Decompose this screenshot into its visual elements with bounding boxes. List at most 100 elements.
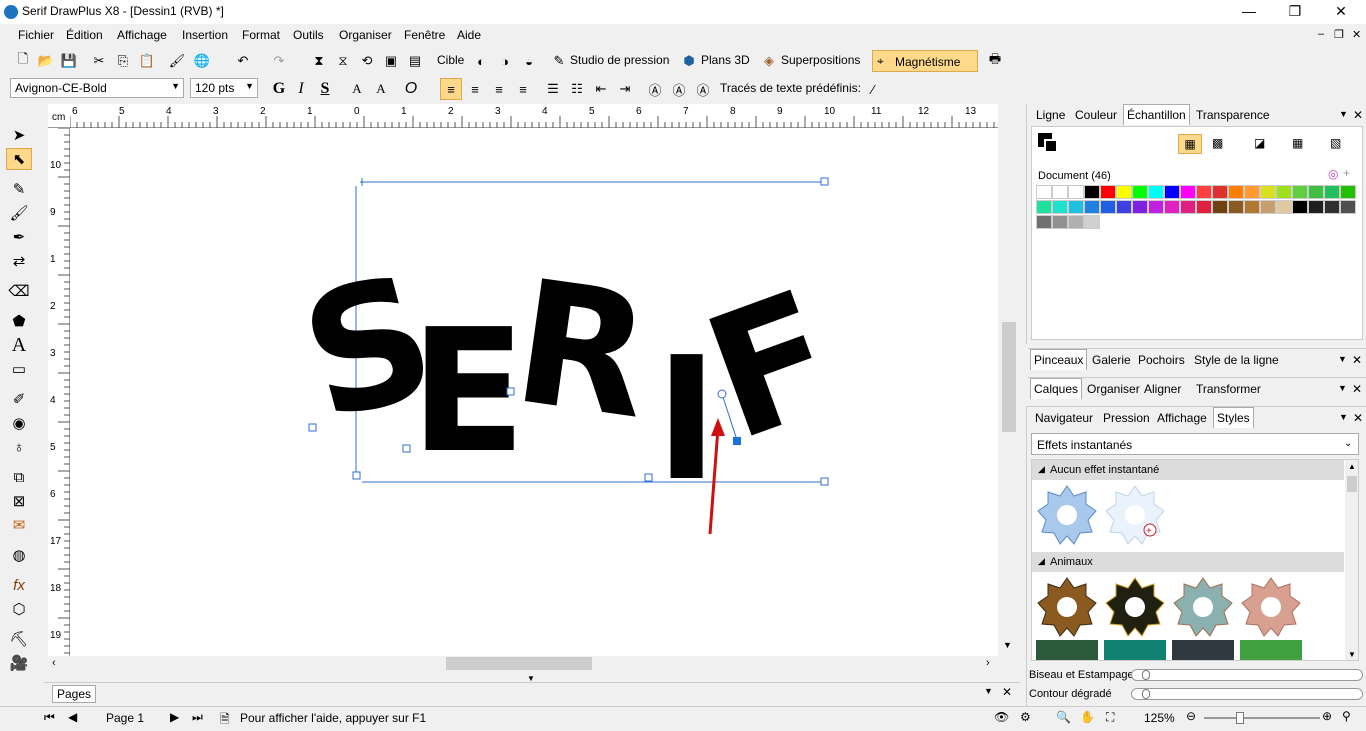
horizontal-scrollbar[interactable]: ‹ › xyxy=(48,656,998,672)
align-center-icon[interactable]: ≡ xyxy=(464,78,486,100)
magnetisme-button[interactable]: ⌖ Magnétisme xyxy=(872,50,978,72)
tab-pochoirs[interactable]: Pochoirs xyxy=(1138,353,1185,367)
color-swatch[interactable] xyxy=(1084,185,1100,199)
color-swatch[interactable] xyxy=(1292,200,1308,214)
tab-ligne[interactable]: Ligne xyxy=(1036,108,1065,122)
font-combo[interactable]: Avignon-CE-Bold ▼ xyxy=(10,78,184,98)
panel-close-icon[interactable]: ✕ xyxy=(1353,411,1363,425)
path-node[interactable] xyxy=(308,423,317,432)
styles-dropdown[interactable]: Effets instantanés ⌄ xyxy=(1031,433,1359,455)
text-tool-icon[interactable]: A xyxy=(6,334,32,356)
crop-frame-icon[interactable]: ⊠ xyxy=(6,490,32,512)
panel-menu-icon[interactable]: ▼ xyxy=(1339,412,1348,422)
color-swatch[interactable] xyxy=(1052,185,1068,199)
color-swatch[interactable] xyxy=(1116,200,1132,214)
redo-icon[interactable]: ↷ xyxy=(268,50,290,72)
palette-gradient-icon[interactable]: ◪ xyxy=(1254,136,1265,150)
scroll-right-icon[interactable]: › xyxy=(986,657,990,669)
gear-none-icon[interactable]: + xyxy=(1104,484,1166,546)
globe-icon[interactable]: 🌐 xyxy=(191,50,213,72)
text-path-icon[interactable]: ⁄ xyxy=(862,78,884,100)
superpositions-button[interactable]: Superpositions xyxy=(781,53,860,67)
color-swatch[interactable] xyxy=(1212,200,1228,214)
shape-tool-icon[interactable]: ⬟ xyxy=(6,310,32,332)
3d-tool-icon[interactable]: ⬡ xyxy=(6,598,32,620)
color-swatch[interactable] xyxy=(1308,200,1324,214)
align-right-icon[interactable]: ≡ xyxy=(488,78,510,100)
prev-page-icon[interactable]: ◀ xyxy=(68,710,77,724)
menu-edition[interactable]: Édition xyxy=(66,28,103,42)
color-swatch[interactable] xyxy=(1036,200,1052,214)
add-color-icon[interactable]: ◎ xyxy=(1328,167,1338,181)
maximize-button[interactable]: ❐ xyxy=(1272,0,1318,24)
color-swatch[interactable] xyxy=(1260,185,1276,199)
ungroup-icon[interactable]: ▤ xyxy=(404,50,426,72)
color-swatch[interactable] xyxy=(1132,185,1148,199)
zoom-options-icon[interactable]: ⚲ xyxy=(1342,709,1351,723)
rotate-icon[interactable]: ⟲ xyxy=(356,50,378,72)
slider-thumb[interactable] xyxy=(1142,670,1150,680)
view-icon[interactable]: 👁 xyxy=(994,710,1009,724)
decrease-indent-icon[interactable]: ⇤ xyxy=(590,78,612,100)
copy-icon[interactable]: ⎘ xyxy=(112,50,134,72)
slider-thumb[interactable] xyxy=(1142,689,1150,699)
color-swatch[interactable] xyxy=(1276,200,1292,214)
color-swatch[interactable] xyxy=(1052,215,1068,229)
menu-fichier[interactable]: Fichier xyxy=(18,28,54,42)
mdi-close-icon[interactable]: ✕ xyxy=(1352,28,1361,41)
color-swatch[interactable] xyxy=(1132,200,1148,214)
color-swatch[interactable] xyxy=(1228,200,1244,214)
menu-aide[interactable]: Aide xyxy=(457,28,481,42)
pressure-studio-icon[interactable]: ✎ xyxy=(548,50,570,72)
scroll-up-icon[interactable]: ▲ xyxy=(1348,462,1356,471)
cut-icon[interactable]: ✂ xyxy=(88,50,110,72)
color-swatch[interactable] xyxy=(1308,185,1324,199)
gear-partial[interactable] xyxy=(1036,640,1098,660)
next-page-icon[interactable]: ▶ xyxy=(170,710,179,724)
tab-transformer[interactable]: Transformer xyxy=(1196,382,1261,396)
text-frame-icon[interactable]: Ⓐ xyxy=(644,78,666,100)
node-tool-icon[interactable]: ⬉ xyxy=(6,148,32,170)
menu-format[interactable]: Format xyxy=(242,28,280,42)
gradient-slider[interactable] xyxy=(1131,688,1363,700)
color-swatch[interactable] xyxy=(1276,185,1292,199)
italic-button[interactable]: I xyxy=(290,78,312,100)
flip-horizontal-icon[interactable]: ⧗ xyxy=(308,50,330,72)
tab-pression[interactable]: Pression xyxy=(1103,411,1150,425)
pointer-tool-icon[interactable]: ➤ xyxy=(6,124,32,146)
pan-tool-icon[interactable]: ✋ xyxy=(1080,710,1095,724)
color-swatch[interactable] xyxy=(1052,200,1068,214)
color-swatch[interactable] xyxy=(1292,185,1308,199)
color-swatch[interactable] xyxy=(1244,185,1260,199)
bevel-slider[interactable] xyxy=(1131,669,1363,681)
scroll-left-icon[interactable]: ‹ xyxy=(52,657,56,669)
fill-tool-icon[interactable]: ◉ xyxy=(6,412,32,434)
panel-close-icon[interactable]: ✕ xyxy=(1352,353,1362,367)
zoom-fit-icon[interactable]: ⛶ xyxy=(1106,710,1114,725)
tab-organiser[interactable]: Organiser xyxy=(1087,382,1140,396)
menu-fenetre[interactable]: Fenêtre xyxy=(404,28,445,42)
mdi-min-icon[interactable]: – xyxy=(1318,28,1324,40)
close-button[interactable]: ✕ xyxy=(1318,0,1364,24)
palette-document-icon[interactable]: ▦ xyxy=(1178,134,1202,154)
crop-tool-icon[interactable]: ⧉ xyxy=(6,466,32,488)
palette-pattern-icon[interactable]: ▦ xyxy=(1292,136,1303,150)
tab-affichage[interactable]: Affichage xyxy=(1157,411,1207,425)
stamp-tool-icon[interactable]: ⛏ xyxy=(6,628,32,650)
color-swatch[interactable] xyxy=(1164,200,1180,214)
fill-swatch[interactable] xyxy=(1044,139,1058,153)
minimize-button[interactable]: — xyxy=(1226,0,1272,24)
flip-vertical-icon[interactable]: ⧖ xyxy=(332,50,354,72)
gear-leopard-icon[interactable] xyxy=(1104,576,1166,638)
pencil-tool-icon[interactable]: ✎ xyxy=(6,178,32,200)
section-header[interactable]: ◢ Aucun effet instantané xyxy=(1032,460,1344,480)
menu-organiser[interactable]: Organiser xyxy=(339,28,392,42)
color-swatch[interactable] xyxy=(1212,185,1228,199)
scroll-thumb[interactable] xyxy=(446,657,592,670)
panel-menu-icon[interactable]: ▼ xyxy=(1338,383,1347,393)
font-size-combo[interactable]: 120 pts ▼ xyxy=(190,78,258,98)
superpositions-icon[interactable]: ◈ xyxy=(758,50,780,72)
color-swatch[interactable] xyxy=(1196,200,1212,214)
plans3d-icon[interactable]: ⬢ xyxy=(678,50,700,72)
menu-insertion[interactable]: Insertion xyxy=(182,28,228,42)
